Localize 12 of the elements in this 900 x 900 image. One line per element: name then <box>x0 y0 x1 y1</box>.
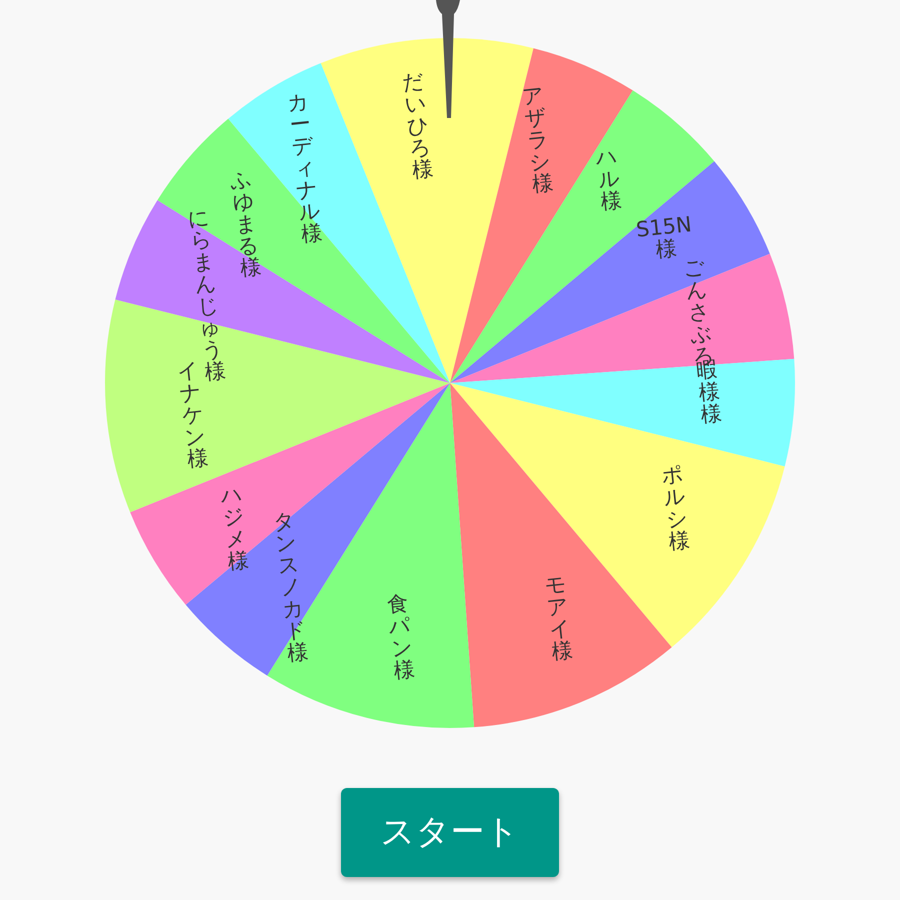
slice-label: アザラシ様 <box>522 84 556 196</box>
slice-label: タンスノカド様 <box>272 509 310 665</box>
slice-label: ハジメ様 <box>220 482 252 573</box>
slice-label: 食パン様 <box>385 592 416 682</box>
slice-label: だいひろ様 <box>402 70 436 182</box>
slice-label: ふゆまる様 <box>229 168 263 280</box>
slice-label: カーディナル様 <box>286 90 324 246</box>
start-button[interactable]: スタート <box>341 788 559 877</box>
slice-label: ポルシ様 <box>660 463 692 554</box>
slice-label: ハル様 <box>594 145 624 214</box>
slice-label: モアイ様 <box>544 572 575 662</box>
slice-label: S15N様 <box>634 213 692 262</box>
